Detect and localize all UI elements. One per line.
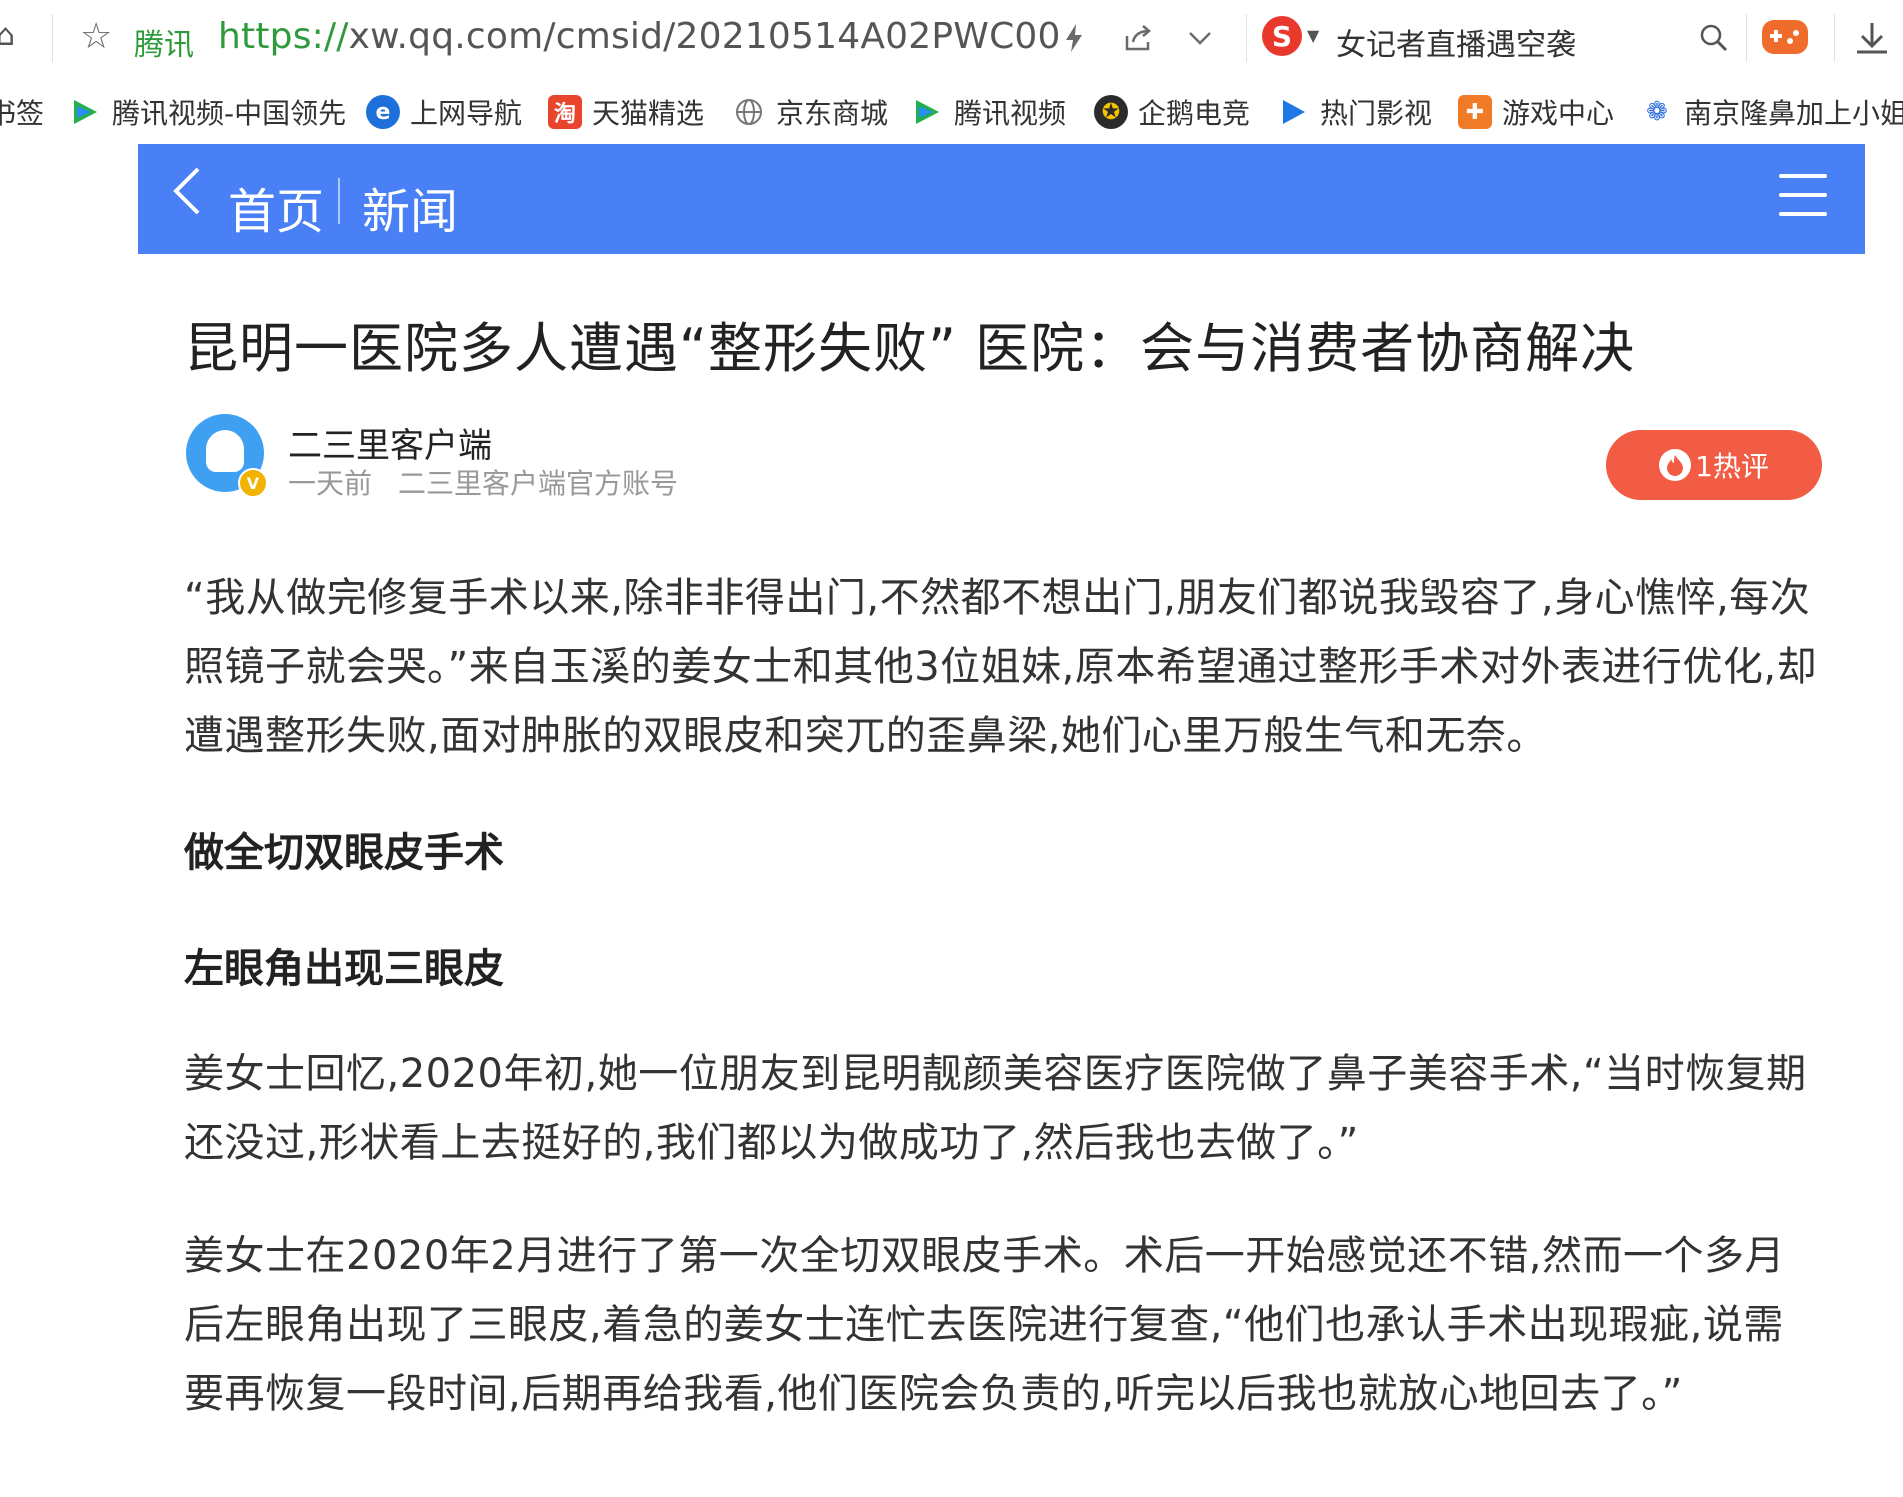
home-icon[interactable]: ⌂ — [0, 18, 15, 53]
divider — [1746, 14, 1747, 62]
tencent-video-icon — [68, 95, 102, 129]
bookmark-item[interactable]: e 上网导航 — [366, 92, 522, 132]
divider — [52, 14, 53, 62]
bookmark-label: 腾讯视频-中国领先 — [112, 97, 347, 130]
ie-icon: e — [366, 95, 400, 129]
back-icon[interactable] — [172, 166, 202, 226]
bookmark-label: 书签 — [0, 97, 45, 130]
site-header: 首页 新闻 — [138, 144, 1865, 254]
bookmark-star-icon[interactable]: ☆ — [80, 16, 112, 57]
author-meta: 一天前 二三里客户端官方账号 — [288, 462, 678, 502]
article-title: 昆明一医院多人遭遇“整形失败” 医院：会与消费者协商解决 — [184, 317, 1636, 380]
bookmark-item[interactable]: ✚ 游戏中心 — [1458, 92, 1614, 132]
article-paragraph: 姜女士在2020年2月进行了第一次全切双眼皮手术。术后一开始感觉还不错,然而一个… — [184, 1233, 1785, 1417]
author-name[interactable]: 二三里客户端 — [288, 418, 492, 467]
bookmark-label: 腾讯视频 — [954, 97, 1067, 130]
game-controller-icon[interactable] — [1762, 20, 1808, 54]
hot-comments-button[interactable]: 1热评 — [1606, 430, 1822, 500]
tencent-video-icon — [910, 95, 944, 129]
article-subheading: 做全切双眼皮手术 — [184, 830, 504, 876]
play-icon — [1276, 95, 1310, 129]
bookmark-item[interactable]: 腾讯视频 — [910, 92, 1066, 132]
nav-home-link[interactable]: 首页 — [228, 172, 324, 242]
bookmark-label: 企鹅电竞 — [1138, 97, 1251, 130]
flame-icon — [1659, 449, 1692, 481]
article-paragraph: 姜女士回忆,2020年初,她一位朋友到昆明靓颜美容医疗医院做了鼻子美容手术,“当… — [184, 1051, 1807, 1166]
bookmark-item[interactable]: 淘 天猫精选 — [548, 92, 704, 132]
search-icon[interactable] — [1694, 18, 1734, 58]
author-account: 二三里客户端官方账号 — [398, 467, 679, 500]
penguin-avatar-icon — [206, 430, 244, 472]
hamburger-menu-icon[interactable] — [1779, 174, 1827, 218]
bookmarks-bar: 书签 腾讯视频-中国领先 e 上网导航 淘 天猫精选 京东商城 腾讯视频 ✪ 企… — [0, 76, 1903, 144]
avatar[interactable]: V — [186, 414, 268, 498]
bookmark-label: 上网导航 — [410, 97, 523, 130]
baidu-paw-icon: ❁ — [1646, 97, 1668, 127]
bookmark-item[interactable]: 书签 — [0, 92, 44, 132]
nav-news-link[interactable]: 新闻 — [362, 172, 458, 242]
bookmark-label: 热门影视 — [1320, 97, 1433, 130]
bookmark-item[interactable]: 热门影视 — [1276, 92, 1432, 132]
penguin-esports-icon: ✪ — [1094, 95, 1128, 129]
globe-icon — [732, 95, 766, 129]
bookmark-item[interactable]: 腾讯视频-中国领先 — [68, 92, 346, 132]
divider — [1834, 14, 1835, 62]
caret-down-icon[interactable]: ▼ — [1307, 26, 1319, 45]
browser-address-bar: ⌂ ☆ 腾讯 https://xw.qq.com/cmsid/20210514A… — [0, 0, 1903, 77]
url-input[interactable]: https://xw.qq.com/cmsid/20210514A02PWC00 — [218, 16, 1061, 57]
bookmark-item[interactable]: ❁ 南京隆鼻加上小姐 — [1640, 92, 1903, 132]
site-name-label: 腾讯 — [134, 28, 194, 63]
bookmark-label: 京东商城 — [776, 97, 889, 130]
lightning-icon[interactable] — [1054, 18, 1094, 58]
publish-time: 一天前 — [288, 467, 373, 500]
bookmark-label: 天猫精选 — [592, 97, 705, 130]
bookmark-item[interactable]: 京东商城 — [732, 92, 888, 132]
article-paragraph: “我从做完修复手术以来,除非非得出门,不然都不想出门,朋友们都说我毁容了,身心憔… — [184, 575, 1818, 759]
bookmark-item[interactable]: ✪ 企鹅电竞 — [1094, 92, 1250, 132]
url-protocol: https:// — [218, 16, 349, 57]
download-icon[interactable] — [1852, 18, 1892, 58]
search-input[interactable]: 女记者直播遇空袭 — [1336, 20, 1576, 64]
sogou-search-icon[interactable]: S — [1262, 16, 1302, 56]
verified-badge-icon: V — [238, 468, 268, 498]
hot-comments-label: 1热评 — [1695, 450, 1769, 483]
article-subheading: 左眼角出现三眼皮 — [184, 946, 504, 992]
chevron-down-icon[interactable] — [1180, 18, 1220, 58]
url-path: xw.qq.com/cmsid/20210514A02PWC00 — [348, 16, 1061, 57]
bookmark-label: 游戏中心 — [1502, 97, 1615, 130]
divider — [1246, 14, 1247, 62]
game-icon: ✚ — [1458, 95, 1492, 129]
share-icon[interactable] — [1118, 18, 1158, 58]
divider — [338, 178, 340, 224]
tmall-icon: 淘 — [548, 95, 582, 129]
bookmark-label: 南京隆鼻加上小姐 — [1684, 97, 1903, 130]
